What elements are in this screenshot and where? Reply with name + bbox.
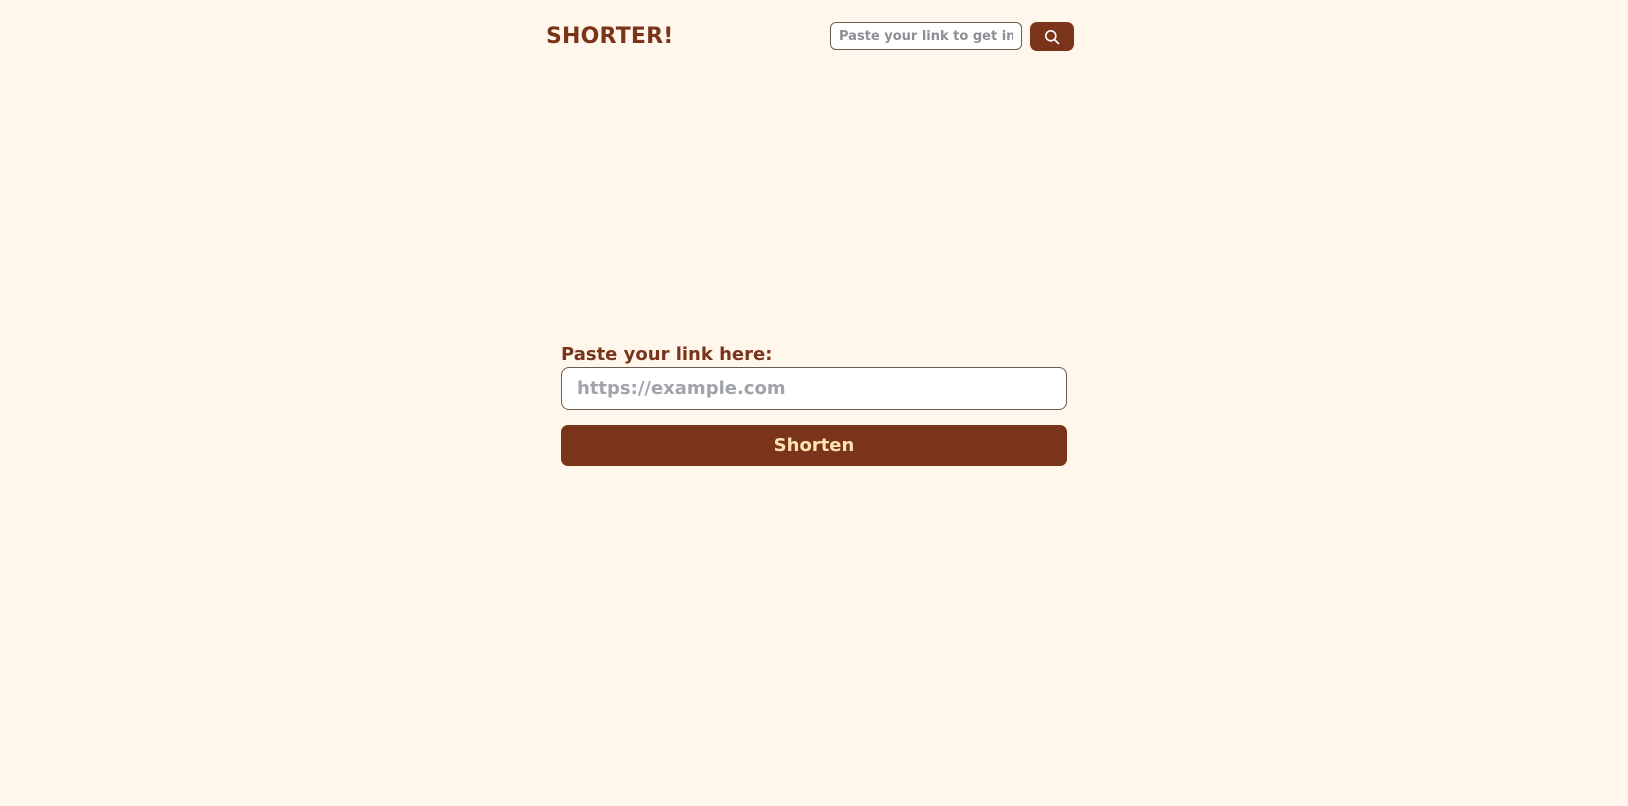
header-search-input[interactable] [830, 22, 1022, 50]
logo[interactable]: SHORTER! [546, 24, 674, 49]
link-input-label: Paste your link here: [561, 344, 773, 365]
link-input[interactable] [561, 367, 1067, 410]
search-button[interactable] [1030, 22, 1074, 51]
page: SHORTER! Paste your link here: Shorten [0, 0, 1628, 806]
search-icon [1044, 29, 1060, 45]
shorten-button[interactable]: Shorten [561, 425, 1067, 466]
